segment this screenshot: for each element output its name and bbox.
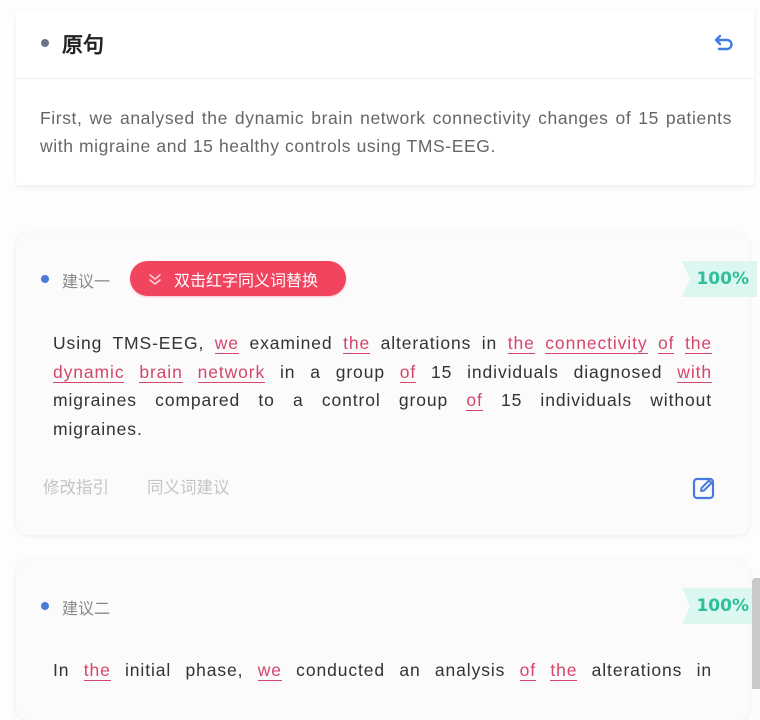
suggestion-card-2: 建议二 100% In the initial phase, we conduc… bbox=[16, 560, 757, 720]
original-title: 原句 bbox=[62, 33, 104, 57]
synonym-word[interactable]: we bbox=[214, 333, 239, 354]
scrollbar[interactable] bbox=[752, 578, 760, 689]
synonym-word[interactable]: of bbox=[519, 660, 537, 681]
synonym-word[interactable]: connectivity bbox=[545, 333, 648, 354]
synonym-word[interactable]: the bbox=[684, 333, 713, 354]
synonym-replace-button[interactable]: 双击红字同义词替换 bbox=[130, 261, 346, 296]
synonym-word[interactable]: the bbox=[343, 333, 371, 354]
suggestion-card-1: 建议一 双击红字同义词替换 100% Using TMS-EEG, we exa… bbox=[16, 233, 757, 535]
synonym-word[interactable]: brain bbox=[139, 361, 183, 383]
revision-guide-link[interactable]: 修改指引 bbox=[43, 474, 109, 498]
synonym-replace-label: 双击红字同义词替换 bbox=[174, 270, 319, 290]
synonym-word[interactable]: of bbox=[399, 361, 417, 383]
synonym-word[interactable]: the bbox=[507, 333, 535, 354]
synonym-word[interactable]: the bbox=[550, 660, 578, 681]
edit-icon[interactable] bbox=[691, 475, 717, 501]
suggestion-label: 建议一 bbox=[62, 272, 111, 291]
double-chevron-down-icon bbox=[148, 272, 162, 286]
original-sentence-text: First, we analysed the dynamic brain net… bbox=[40, 108, 732, 156]
synonym-word[interactable]: dynamic bbox=[53, 361, 125, 383]
synonym-word[interactable]: of bbox=[466, 390, 483, 411]
synonym-word[interactable]: of bbox=[658, 333, 675, 354]
undo-icon[interactable] bbox=[712, 32, 736, 56]
synonym-word[interactable]: with bbox=[677, 361, 713, 383]
bullet-dot bbox=[41, 275, 49, 283]
synonym-word[interactable]: we bbox=[257, 660, 282, 681]
bullet-dot bbox=[41, 39, 49, 47]
suggestion-text: In the initial phase, we conducted an an… bbox=[53, 660, 712, 681]
suggestion-text: Using TMS-EEG, we examined the alteratio… bbox=[53, 333, 713, 439]
similarity-score-badge: 100% bbox=[682, 588, 757, 624]
similarity-score-badge: 100% bbox=[682, 261, 757, 297]
synonym-word[interactable]: the bbox=[83, 660, 111, 681]
suggestion-label: 建议二 bbox=[62, 599, 111, 618]
synonym-word[interactable]: network bbox=[197, 361, 266, 383]
original-sentence-card: 原句 First, we analysed the dynamic brain … bbox=[16, 10, 754, 185]
original-card-header: 原句 bbox=[16, 10, 754, 79]
synonym-suggestion-link[interactable]: 同义词建议 bbox=[147, 474, 230, 498]
bullet-dot bbox=[41, 602, 49, 610]
